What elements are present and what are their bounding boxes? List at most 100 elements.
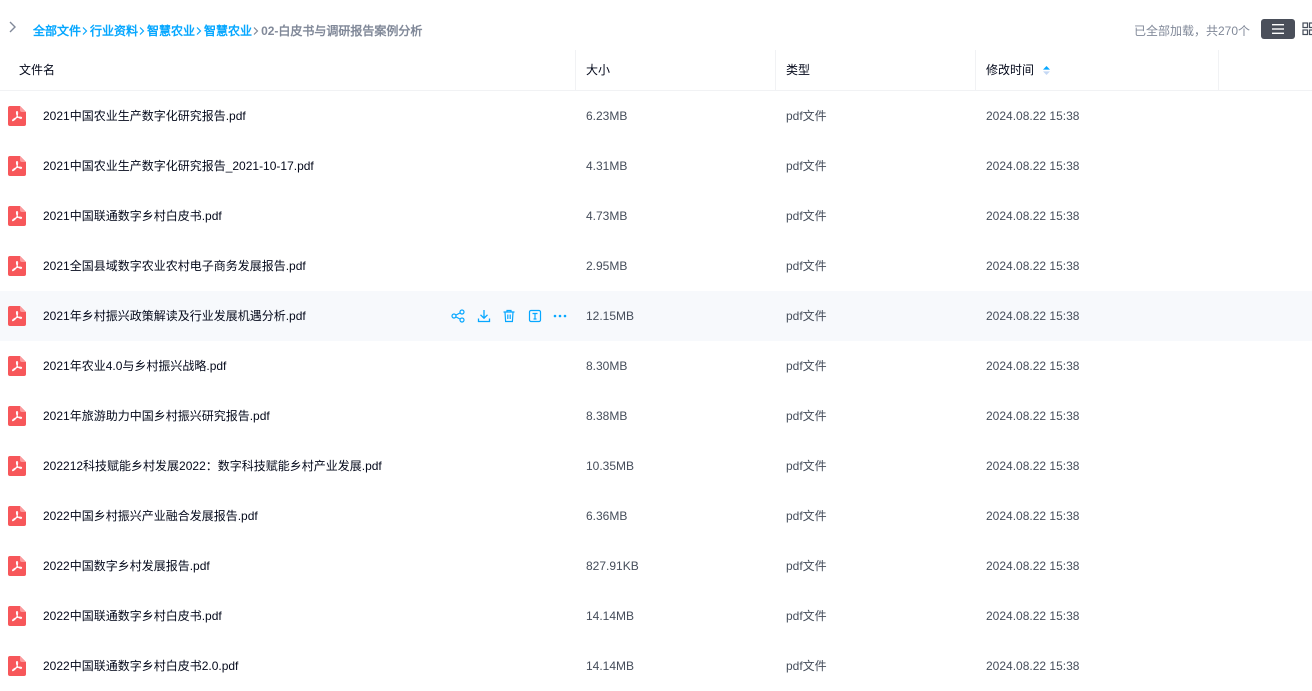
file-size: 4.73MB — [586, 191, 627, 241]
file-size: 12.15MB — [586, 291, 634, 341]
file-name[interactable]: 2021中国联通数字乡村白皮书.pdf — [43, 191, 222, 241]
breadcrumb-item-smart-agri-1[interactable]: 智慧农业 — [147, 22, 195, 39]
file-type: pdf文件 — [786, 541, 827, 591]
file-modified: 2024.08.22 15:38 — [986, 591, 1079, 641]
grid-view-icon[interactable] — [1302, 22, 1312, 36]
breadcrumb-separator-icon — [195, 26, 203, 36]
column-header-modified[interactable]: 修改时间 — [986, 50, 1050, 90]
table-row[interactable]: 2021年农业4.0与乡村振兴战略.pdf 8.30MB pdf文件 2024.… — [0, 341, 1312, 391]
pdf-file-icon — [8, 556, 26, 576]
table-row[interactable]: 2022中国数字乡村发展报告.pdf 827.91KB pdf文件 2024.0… — [0, 541, 1312, 591]
file-modified: 2024.08.22 15:38 — [986, 341, 1079, 391]
table-row[interactable]: 2021年旅游助力中国乡村振兴研究报告.pdf 8.38MB pdf文件 202… — [0, 391, 1312, 441]
file-name[interactable]: 2021全国县域数字农业农村电子商务发展报告.pdf — [43, 241, 306, 291]
file-type: pdf文件 — [786, 291, 827, 341]
file-modified: 2024.08.22 15:38 — [986, 91, 1079, 141]
table-row[interactable]: 2021全国县域数字农业农村电子商务发展报告.pdf 2.95MB pdf文件 … — [0, 241, 1312, 291]
file-modified: 2024.08.22 15:38 — [986, 641, 1079, 691]
file-name[interactable]: 2021中国农业生产数字化研究报告.pdf — [43, 91, 246, 141]
file-name[interactable]: 2021年乡村振兴政策解读及行业发展机遇分析.pdf — [43, 291, 306, 341]
top-bar: 全部文件 行业资料 智慧农业 智慧农业 02-白皮书与调研报告案例分析 已全部加… — [0, 0, 1312, 50]
breadcrumb-current: 02-白皮书与调研报告案例分析 — [261, 22, 422, 39]
pdf-file-icon — [8, 106, 26, 126]
chevron-right-icon[interactable] — [6, 20, 20, 34]
file-name[interactable]: 2021年农业4.0与乡村振兴战略.pdf — [43, 341, 226, 391]
column-divider — [775, 50, 776, 90]
more-button[interactable] — [552, 308, 568, 324]
table-row[interactable]: 2022中国联通数字乡村白皮书.pdf 14.14MB pdf文件 2024.0… — [0, 591, 1312, 641]
list-view-button[interactable] — [1261, 19, 1295, 39]
list-icon — [1272, 24, 1284, 34]
file-size: 14.14MB — [586, 591, 634, 641]
file-type: pdf文件 — [786, 191, 827, 241]
file-size: 14.14MB — [586, 641, 634, 691]
file-name[interactable]: 2022中国联通数字乡村白皮书.pdf — [43, 591, 222, 641]
table-row[interactable]: 2021中国联通数字乡村白皮书.pdf 4.73MB pdf文件 2024.08… — [0, 191, 1312, 241]
file-modified: 2024.08.22 15:38 — [986, 541, 1079, 591]
row-actions — [450, 308, 578, 324]
breadcrumb-separator-icon — [81, 26, 89, 36]
file-modified: 2024.08.22 15:38 — [986, 441, 1079, 491]
file-type: pdf文件 — [786, 441, 827, 491]
delete-button[interactable] — [501, 308, 517, 324]
table-row[interactable]: 2022中国联通数字乡村白皮书2.0.pdf 14.14MB pdf文件 202… — [0, 641, 1312, 691]
table-header: 文件名 大小 类型 修改时间 — [0, 50, 1312, 91]
file-modified: 2024.08.22 15:38 — [986, 491, 1079, 541]
file-size: 2.95MB — [586, 241, 627, 291]
delete-icon — [502, 309, 516, 323]
table-row[interactable]: 2021中国农业生产数字化研究报告_2021-10-17.pdf 4.31MB … — [0, 141, 1312, 191]
file-size: 4.31MB — [586, 141, 627, 191]
column-header-type[interactable]: 类型 — [786, 50, 810, 90]
column-header-modified-label: 修改时间 — [986, 63, 1034, 77]
breadcrumb-item-industry[interactable]: 行业资料 — [90, 22, 138, 39]
file-size: 827.91KB — [586, 541, 639, 591]
file-type: pdf文件 — [786, 491, 827, 541]
pdf-file-icon — [8, 356, 26, 376]
file-type: pdf文件 — [786, 91, 827, 141]
file-modified: 2024.08.22 15:38 — [986, 191, 1079, 241]
rename-icon — [528, 309, 542, 323]
column-divider — [575, 50, 576, 90]
file-name[interactable]: 202212科技赋能乡村发展2022：数字科技赋能乡村产业发展.pdf — [43, 441, 382, 491]
breadcrumb-separator-icon — [252, 26, 260, 36]
pdf-file-icon — [8, 656, 26, 676]
table-row[interactable]: 202212科技赋能乡村发展2022：数字科技赋能乡村产业发展.pdf 10.3… — [0, 441, 1312, 491]
file-type: pdf文件 — [786, 141, 827, 191]
file-type: pdf文件 — [786, 241, 827, 291]
file-name[interactable]: 2022中国数字乡村发展报告.pdf — [43, 541, 210, 591]
file-type: pdf文件 — [786, 391, 827, 441]
file-modified: 2024.08.22 15:38 — [986, 291, 1079, 341]
download-icon — [477, 309, 491, 323]
file-modified: 2024.08.22 15:38 — [986, 241, 1079, 291]
file-size: 6.36MB — [586, 491, 627, 541]
file-modified: 2024.08.22 15:38 — [986, 391, 1079, 441]
column-header-name[interactable]: 文件名 — [19, 50, 55, 90]
file-name[interactable]: 2021年旅游助力中国乡村振兴研究报告.pdf — [43, 391, 270, 441]
column-header-size[interactable]: 大小 — [586, 50, 610, 90]
pdf-file-icon — [8, 206, 26, 226]
more-icon — [553, 309, 567, 323]
table-row[interactable]: 2022中国乡村振兴产业融合发展报告.pdf 6.36MB pdf文件 2024… — [0, 491, 1312, 541]
table-row[interactable]: 2021年乡村振兴政策解读及行业发展机遇分析.pdf 12.15MB pdf文件… — [0, 291, 1312, 341]
breadcrumb-separator-icon — [138, 26, 146, 36]
file-type: pdf文件 — [786, 641, 827, 691]
file-name[interactable]: 2022中国联通数字乡村白皮书2.0.pdf — [43, 641, 238, 691]
share-button[interactable] — [450, 308, 466, 324]
download-button[interactable] — [476, 308, 492, 324]
file-size: 10.35MB — [586, 441, 634, 491]
column-divider — [975, 50, 976, 90]
breadcrumb-item-smart-agri-2[interactable]: 智慧农业 — [204, 22, 252, 39]
pdf-file-icon — [8, 506, 26, 526]
rename-button[interactable] — [527, 308, 543, 324]
file-type: pdf文件 — [786, 591, 827, 641]
file-name[interactable]: 2022中国乡村振兴产业融合发展报告.pdf — [43, 491, 258, 541]
table-row[interactable]: 2021中国农业生产数字化研究报告.pdf 6.23MB pdf文件 2024.… — [0, 91, 1312, 141]
file-type: pdf文件 — [786, 341, 827, 391]
file-name[interactable]: 2021中国农业生产数字化研究报告_2021-10-17.pdf — [43, 141, 314, 191]
sort-ascending-icon[interactable] — [1043, 66, 1050, 75]
load-status: 已全部加载，共270个 — [1134, 22, 1250, 39]
breadcrumb: 全部文件 行业资料 智慧农业 智慧农业 02-白皮书与调研报告案例分析 — [33, 22, 422, 39]
breadcrumb-item-all-files[interactable]: 全部文件 — [33, 22, 81, 39]
pdf-file-icon — [8, 456, 26, 476]
pdf-file-icon — [8, 606, 26, 626]
